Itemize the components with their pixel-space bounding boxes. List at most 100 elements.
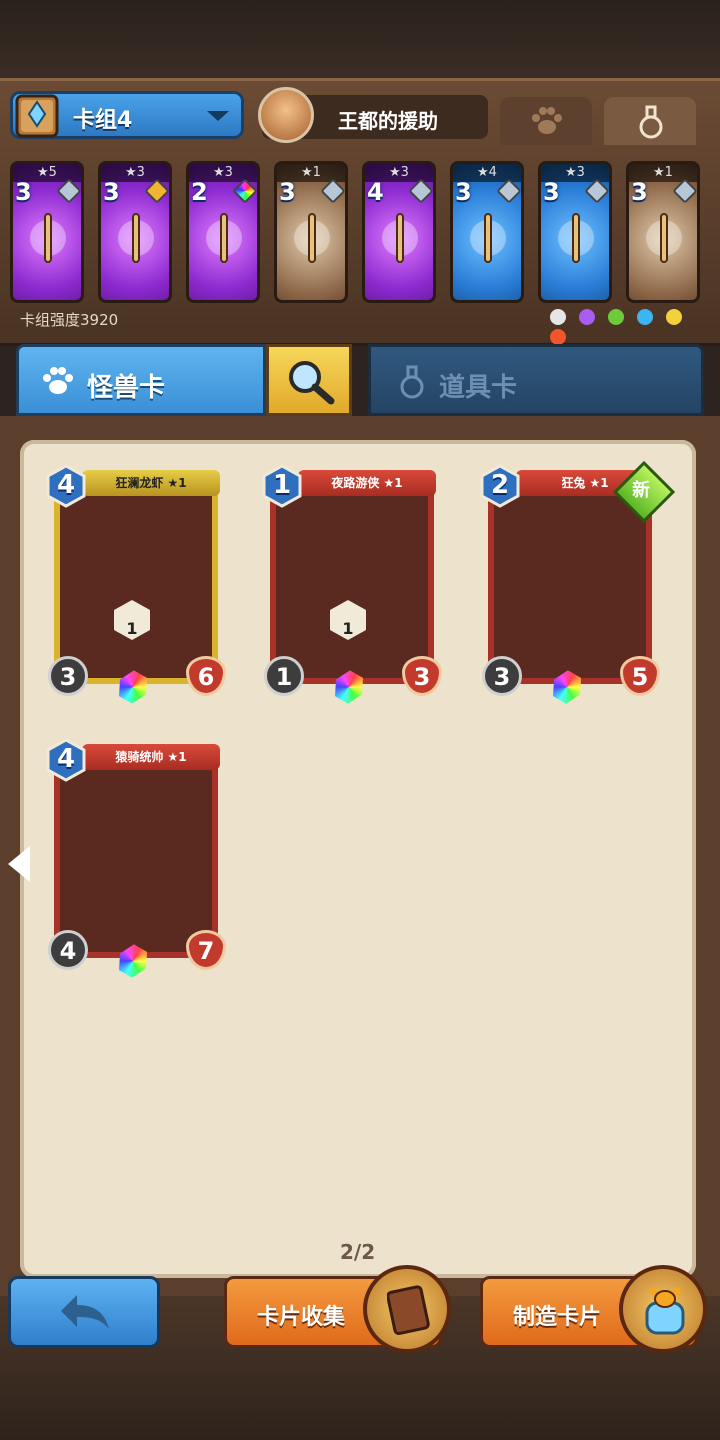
wind-element-icon <box>666 309 683 325</box>
deck-card[interactable]: ★3 3 <box>538 161 612 303</box>
helper-banner[interactable]: 王都的援助 <box>258 87 488 143</box>
staff-icon <box>30 213 66 263</box>
back-button[interactable] <box>8 1276 160 1348</box>
tab-monster-label: 怪兽卡 <box>87 373 166 403</box>
helper-avatar <box>258 87 314 143</box>
card-footer <box>541 268 609 296</box>
deck-card[interactable]: ★3 2 <box>186 161 260 303</box>
rarity-gem-icon <box>232 178 257 204</box>
deck-name: 卡组4 <box>73 108 133 133</box>
attack-value: 3 <box>482 656 522 696</box>
bomb-icon <box>294 213 330 263</box>
craft-card-label: 制造卡片 <box>513 1305 602 1330</box>
card-footer <box>277 268 345 296</box>
card-name: 夜路游侠 ★1 <box>298 470 436 496</box>
card-cost-badge: 4 <box>46 738 86 782</box>
card-cost: 3 <box>279 178 296 206</box>
card-book-icon <box>363 1265 451 1353</box>
monster-card[interactable]: 夜路游侠 ★1 1 1 3 1 <box>262 464 444 696</box>
new-label: 新 <box>632 480 651 502</box>
deck-card[interactable]: ★3 3 <box>98 161 172 303</box>
rarity-gem-icon <box>144 178 169 204</box>
feather-icon <box>206 213 242 263</box>
previous-page-arrow[interactable] <box>8 846 30 882</box>
paw-icon <box>43 367 73 394</box>
card-art <box>270 478 434 684</box>
card-art <box>488 478 652 684</box>
card-collection-button[interactable]: 卡片收集 <box>224 1265 451 1353</box>
card-footer <box>365 268 433 296</box>
sword-icon <box>382 213 418 263</box>
monster-card[interactable]: 狂兔 ★1 2 3 5 新 <box>480 460 676 696</box>
helper-title: 王都的援助 <box>338 109 438 133</box>
paw-jar-icon <box>619 1265 707 1353</box>
monster-card[interactable]: 猿骑统帅 ★1 4 4 7 <box>46 738 228 970</box>
rarity-gem-icon <box>584 178 609 204</box>
flask-icon <box>639 105 663 139</box>
card-cost: 3 <box>103 178 120 206</box>
rarity-gem-icon <box>408 178 433 204</box>
flute-icon <box>558 213 594 263</box>
deck-panel: 卡组4 王都的援助 ★5 3 ★3 3 ★3 2 ★1 3 ★3 4 ★4 3 ★3 3 ★1 3 卡组强度3… <box>0 78 720 346</box>
potion-icon <box>646 213 682 263</box>
card-cost: 3 <box>543 178 560 206</box>
card-cost: 4 <box>367 178 384 206</box>
rarity-gem-icon <box>56 178 81 204</box>
flask-icon <box>400 365 424 399</box>
top-bar <box>0 0 720 78</box>
tab-item-cards[interactable]: 道具卡 <box>368 344 704 416</box>
monster-card[interactable]: 狂澜龙虾 ★1 4 3 6 1 <box>46 464 228 696</box>
deck-selector[interactable]: 卡组4 <box>10 91 244 139</box>
deck-card[interactable]: ★1 3 <box>626 161 700 303</box>
card-footer <box>453 268 521 296</box>
deck-card[interactable]: ★4 3 <box>450 161 524 303</box>
deck-card[interactable]: ★1 3 <box>274 161 348 303</box>
fire-element-icon <box>550 329 566 345</box>
deck-power: 卡组强度3920 <box>20 311 119 329</box>
deck-card[interactable]: ★5 3 <box>10 161 84 303</box>
card-cost: 2 <box>490 470 510 500</box>
card-cost-badge: 2 <box>480 464 520 508</box>
nature-element-icon <box>608 309 625 325</box>
card-name: 猿骑统帅 ★1 <box>82 744 220 770</box>
card-cost: 3 <box>631 178 648 206</box>
card-footer <box>13 268 81 296</box>
search-button[interactable] <box>266 344 352 416</box>
wing-helm-icon <box>118 213 154 263</box>
attack-value: 1 <box>264 656 304 696</box>
deck-card[interactable]: ★3 4 <box>362 161 436 303</box>
card-cost: 3 <box>15 178 32 206</box>
tab-potion-filter[interactable] <box>604 97 696 145</box>
deck-book-icon <box>15 94 59 138</box>
card-cost-badge: 1 <box>262 464 302 508</box>
health-value: 3 <box>402 656 442 696</box>
rarity-gem-icon <box>496 178 521 204</box>
health-value: 5 <box>620 656 660 696</box>
tab-item-label: 道具卡 <box>439 373 518 403</box>
attack-value: 4 <box>48 930 88 970</box>
card-cost: 2 <box>191 178 208 206</box>
health-value: 6 <box>186 656 226 696</box>
attack-value: 3 <box>48 656 88 696</box>
card-name: 狂澜龙虾 ★1 <box>82 470 220 496</box>
neutral-element-icon <box>550 309 566 325</box>
card-footer <box>189 268 257 296</box>
card-art <box>54 478 218 684</box>
tab-monster-filter[interactable] <box>500 97 592 145</box>
chevron-down-icon <box>207 111 229 121</box>
card-cost-badge: 4 <box>46 464 86 508</box>
page-indicator: 2/2 <box>340 1240 376 1264</box>
card-cost: 3 <box>455 178 472 206</box>
water-element-icon <box>637 309 654 325</box>
magnifier-icon <box>289 361 335 405</box>
element-icons <box>542 309 702 345</box>
card-footer <box>629 268 697 296</box>
paw-icon <box>532 107 562 134</box>
tab-monster-cards[interactable]: 怪兽卡 <box>16 344 266 416</box>
card-footer <box>101 268 169 296</box>
health-value: 7 <box>186 930 226 970</box>
card-cost: 4 <box>56 744 76 774</box>
rarity-gem-icon <box>320 178 345 204</box>
card-collection-label: 卡片收集 <box>257 1305 346 1330</box>
craft-card-button[interactable]: 制造卡片 <box>480 1265 707 1353</box>
